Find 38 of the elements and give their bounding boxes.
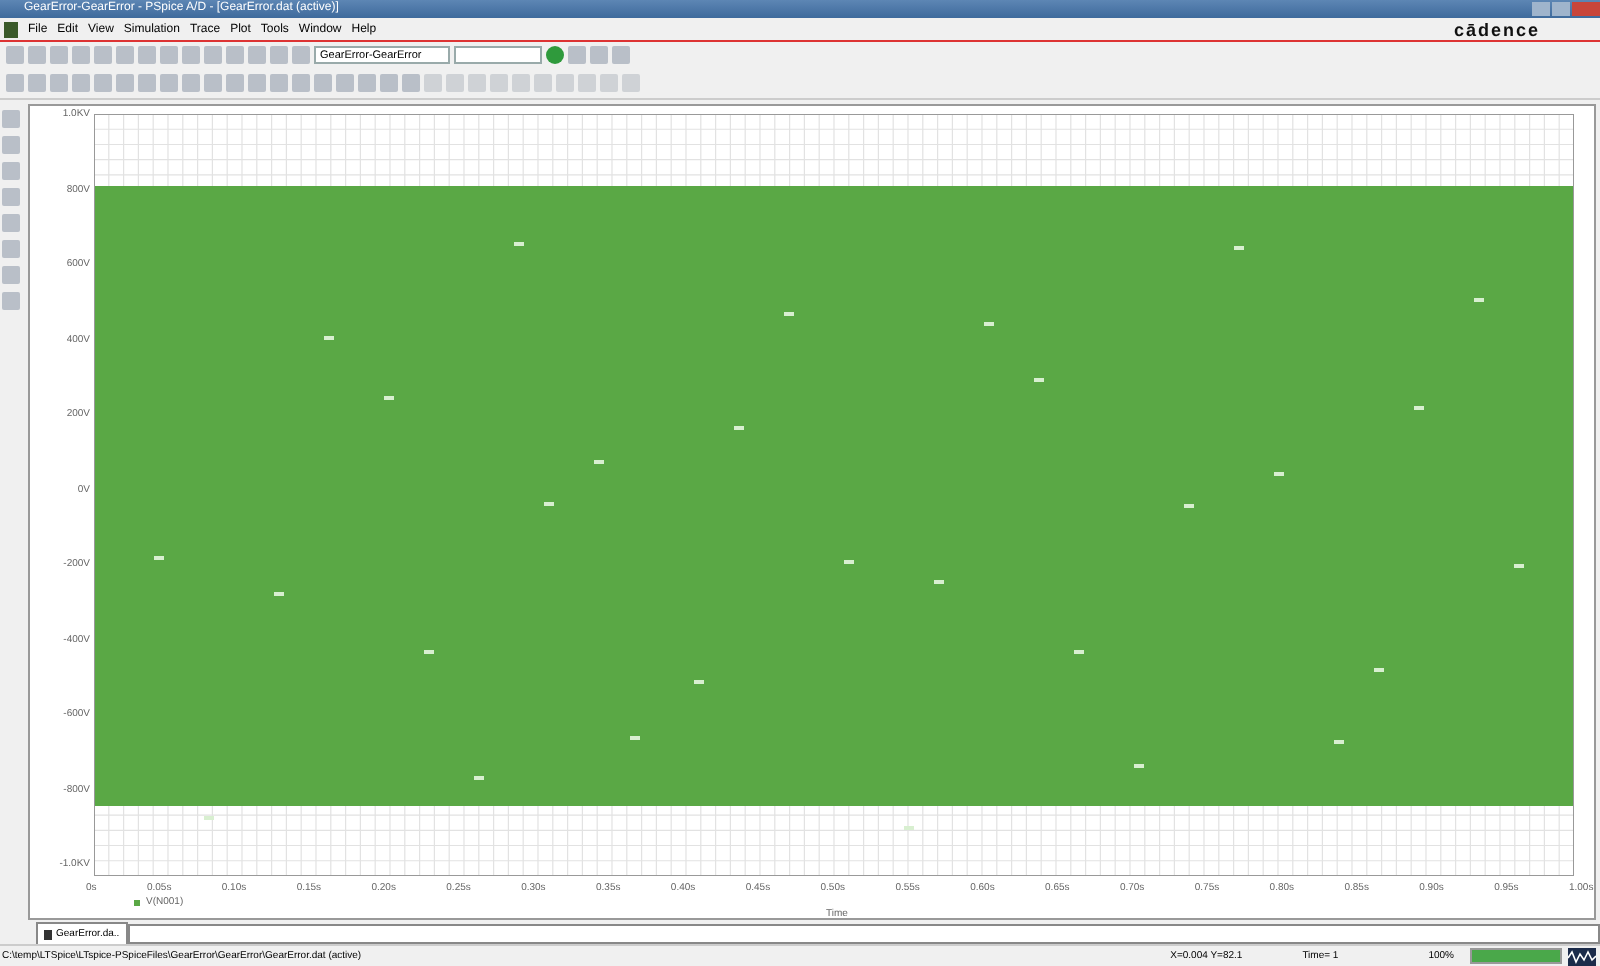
minimize-button[interactable] [1532,2,1550,16]
app-icon [4,21,18,37]
input-field[interactable] [454,46,542,64]
marker-drawing [1184,504,1194,508]
marker-drawing [1074,650,1084,654]
run-icon[interactable] [546,46,564,64]
marker-drawing [474,776,484,780]
brand-logo: cādence [1453,19,1540,39]
marker-drawing [1514,564,1524,568]
marker-drawing [1334,740,1344,744]
marker-drawing [1034,378,1044,382]
marker-drawing [594,460,604,464]
marker-drawing [1274,472,1284,476]
marker-drawing [630,736,640,740]
marker-drawing [544,502,554,506]
marker-drawing [904,826,914,830]
maximize-button[interactable] [1552,2,1570,16]
legend-swatch [134,899,140,905]
marker-drawing [154,556,164,560]
marker-drawing [1414,406,1424,410]
marker-drawing [984,322,994,326]
marker-drawing [324,336,334,340]
marker-drawing [1474,298,1484,302]
marker-drawing [934,580,944,584]
marker-drawing [514,242,524,246]
marker-drawing [384,396,394,400]
marker-drawing [844,560,854,564]
marker-drawing [784,312,794,316]
marker-drawing [1134,764,1144,768]
marker-drawing [694,680,704,684]
marker-drawing [1374,668,1384,672]
marker-drawing [734,426,744,430]
marker-drawing [274,592,284,596]
marker-drawing [424,650,434,654]
waveform-icon [1568,947,1596,965]
marker-drawing [204,816,214,820]
close-button[interactable] [1572,2,1600,16]
marker-drawing [1234,246,1244,250]
